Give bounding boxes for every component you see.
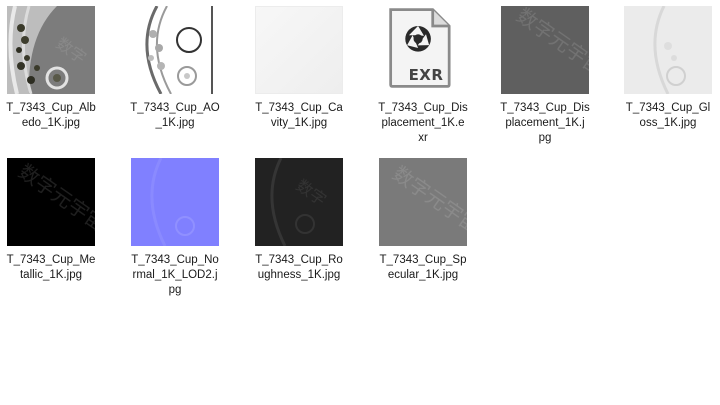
displacement-thumbnail: 数字元宇宙 xyxy=(501,6,589,94)
file-name-label: T_7343_Cup_Sp ecular_1K.jpg xyxy=(379,254,467,281)
normal-texture-icon xyxy=(131,158,219,246)
file-name-label: T_7343_Cup_Ro ughness_1K.jpg xyxy=(255,254,343,281)
exr-icon-text: EXR xyxy=(408,66,444,84)
watermark-text: 数字元宇宙 xyxy=(512,6,589,81)
file-item-ao[interactable]: T_7343_Cup_AO _1K.jpg xyxy=(124,6,244,156)
file-item-metallic[interactable]: 数字元宇宙 T_7343_Cup_Me tallic_1K.jpg xyxy=(0,158,120,308)
file-name-label: T_7343_Cup_Alb edo_1K.jpg xyxy=(6,102,96,129)
ao-thumbnail xyxy=(131,6,219,94)
file-name-label: T_7343_Cup_Gl oss_1K.jpg xyxy=(625,102,711,129)
file-name-label: T_7343_Cup_AO _1K.jpg xyxy=(130,102,220,129)
watermark-text: 数字元宇宙 xyxy=(14,159,95,237)
roughness-thumbnail: 数字 xyxy=(255,158,343,246)
file-name-label: T_7343_Cup_Ca vity_1K.jpg xyxy=(255,102,343,129)
specular-thumbnail: 数字元宇宙 xyxy=(379,158,467,246)
file-item-gloss[interactable]: T_7343_Cup_Gl oss_1K.jpg xyxy=(617,6,720,156)
file-name-label: T_7343_Cup_Me tallic_1K.jpg xyxy=(6,254,96,281)
normal-thumbnail xyxy=(131,158,219,246)
file-item-roughness[interactable]: 数字 T_7343_Cup_Ro ughness_1K.jpg xyxy=(248,158,368,308)
albedo-thumbnail: 数字 xyxy=(7,6,95,94)
file-item-displacement-jpg[interactable]: 数字元宇宙 T_7343_Cup_Dis placement_1K.j pg xyxy=(494,6,614,156)
ao-texture-icon xyxy=(131,6,219,94)
file-item-cavity[interactable]: T_7343_Cup_Ca vity_1K.jpg xyxy=(248,6,368,156)
file-name-label: T_7343_Cup_Dis placement_1K.j pg xyxy=(500,102,590,144)
file-name-label: T_7343_Cup_No rmal_1K_LOD2.j pg xyxy=(131,254,219,296)
file-name-label: T_7343_Cup_Dis placement_1K.e xr xyxy=(378,102,468,144)
file-item-albedo[interactable]: 数字 T_7343_Cup_Alb edo_1K.jpg xyxy=(0,6,120,156)
file-grid: 数字 T_7343_Cup_Alb edo_1K.jpg T_7343_Cup_… xyxy=(0,0,720,405)
metallic-thumbnail: 数字元宇宙 xyxy=(7,158,95,246)
roughness-texture-icon: 数字 xyxy=(255,158,343,246)
gloss-thumbnail xyxy=(624,6,712,94)
file-item-displacement-exr[interactable]: EXR T_7343_Cup_Dis placement_1K.e xr xyxy=(372,6,492,156)
watermark-text: 数字元宇宙 xyxy=(388,161,467,239)
cavity-thumbnail xyxy=(255,6,343,94)
albedo-texture-icon: 数字 xyxy=(7,6,95,94)
gloss-texture-icon xyxy=(624,6,712,94)
file-item-normal[interactable]: T_7343_Cup_No rmal_1K_LOD2.j pg xyxy=(124,158,244,308)
file-item-specular[interactable]: 数字元宇宙 T_7343_Cup_Sp ecular_1K.jpg xyxy=(372,158,492,308)
exr-file-icon: EXR xyxy=(379,6,467,94)
